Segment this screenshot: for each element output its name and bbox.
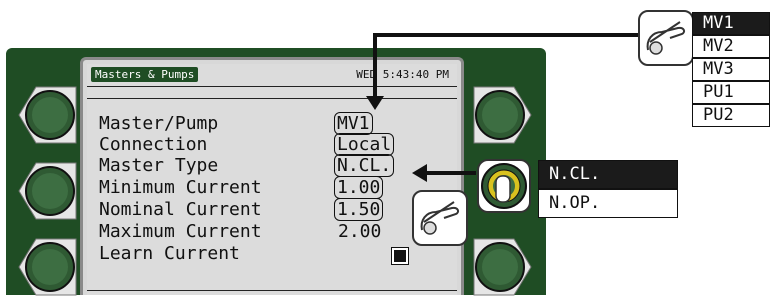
dropdown-option-mv3[interactable]: MV3 bbox=[692, 58, 770, 81]
dropdown-option-pu1[interactable]: PU1 bbox=[692, 81, 770, 104]
rotary-knob-icon[interactable] bbox=[476, 158, 532, 214]
master-type-dropdown[interactable]: N.CL. N.OP. bbox=[538, 160, 678, 218]
master-pump-dropdown[interactable]: MV1 MV2 MV3 PU1 PU2 bbox=[692, 12, 770, 128]
hand-rotate-icon bbox=[412, 190, 468, 246]
hand-rotate-icon bbox=[638, 10, 694, 66]
dropdown-option-nop[interactable]: N.OP. bbox=[538, 189, 678, 218]
dropdown-option-mv1[interactable]: MV1 bbox=[692, 12, 770, 35]
dropdown-option-pu2[interactable]: PU2 bbox=[692, 104, 770, 127]
dropdown-option-ncl[interactable]: N.CL. bbox=[538, 160, 678, 189]
dropdown-option-mv2[interactable]: MV2 bbox=[692, 35, 770, 58]
